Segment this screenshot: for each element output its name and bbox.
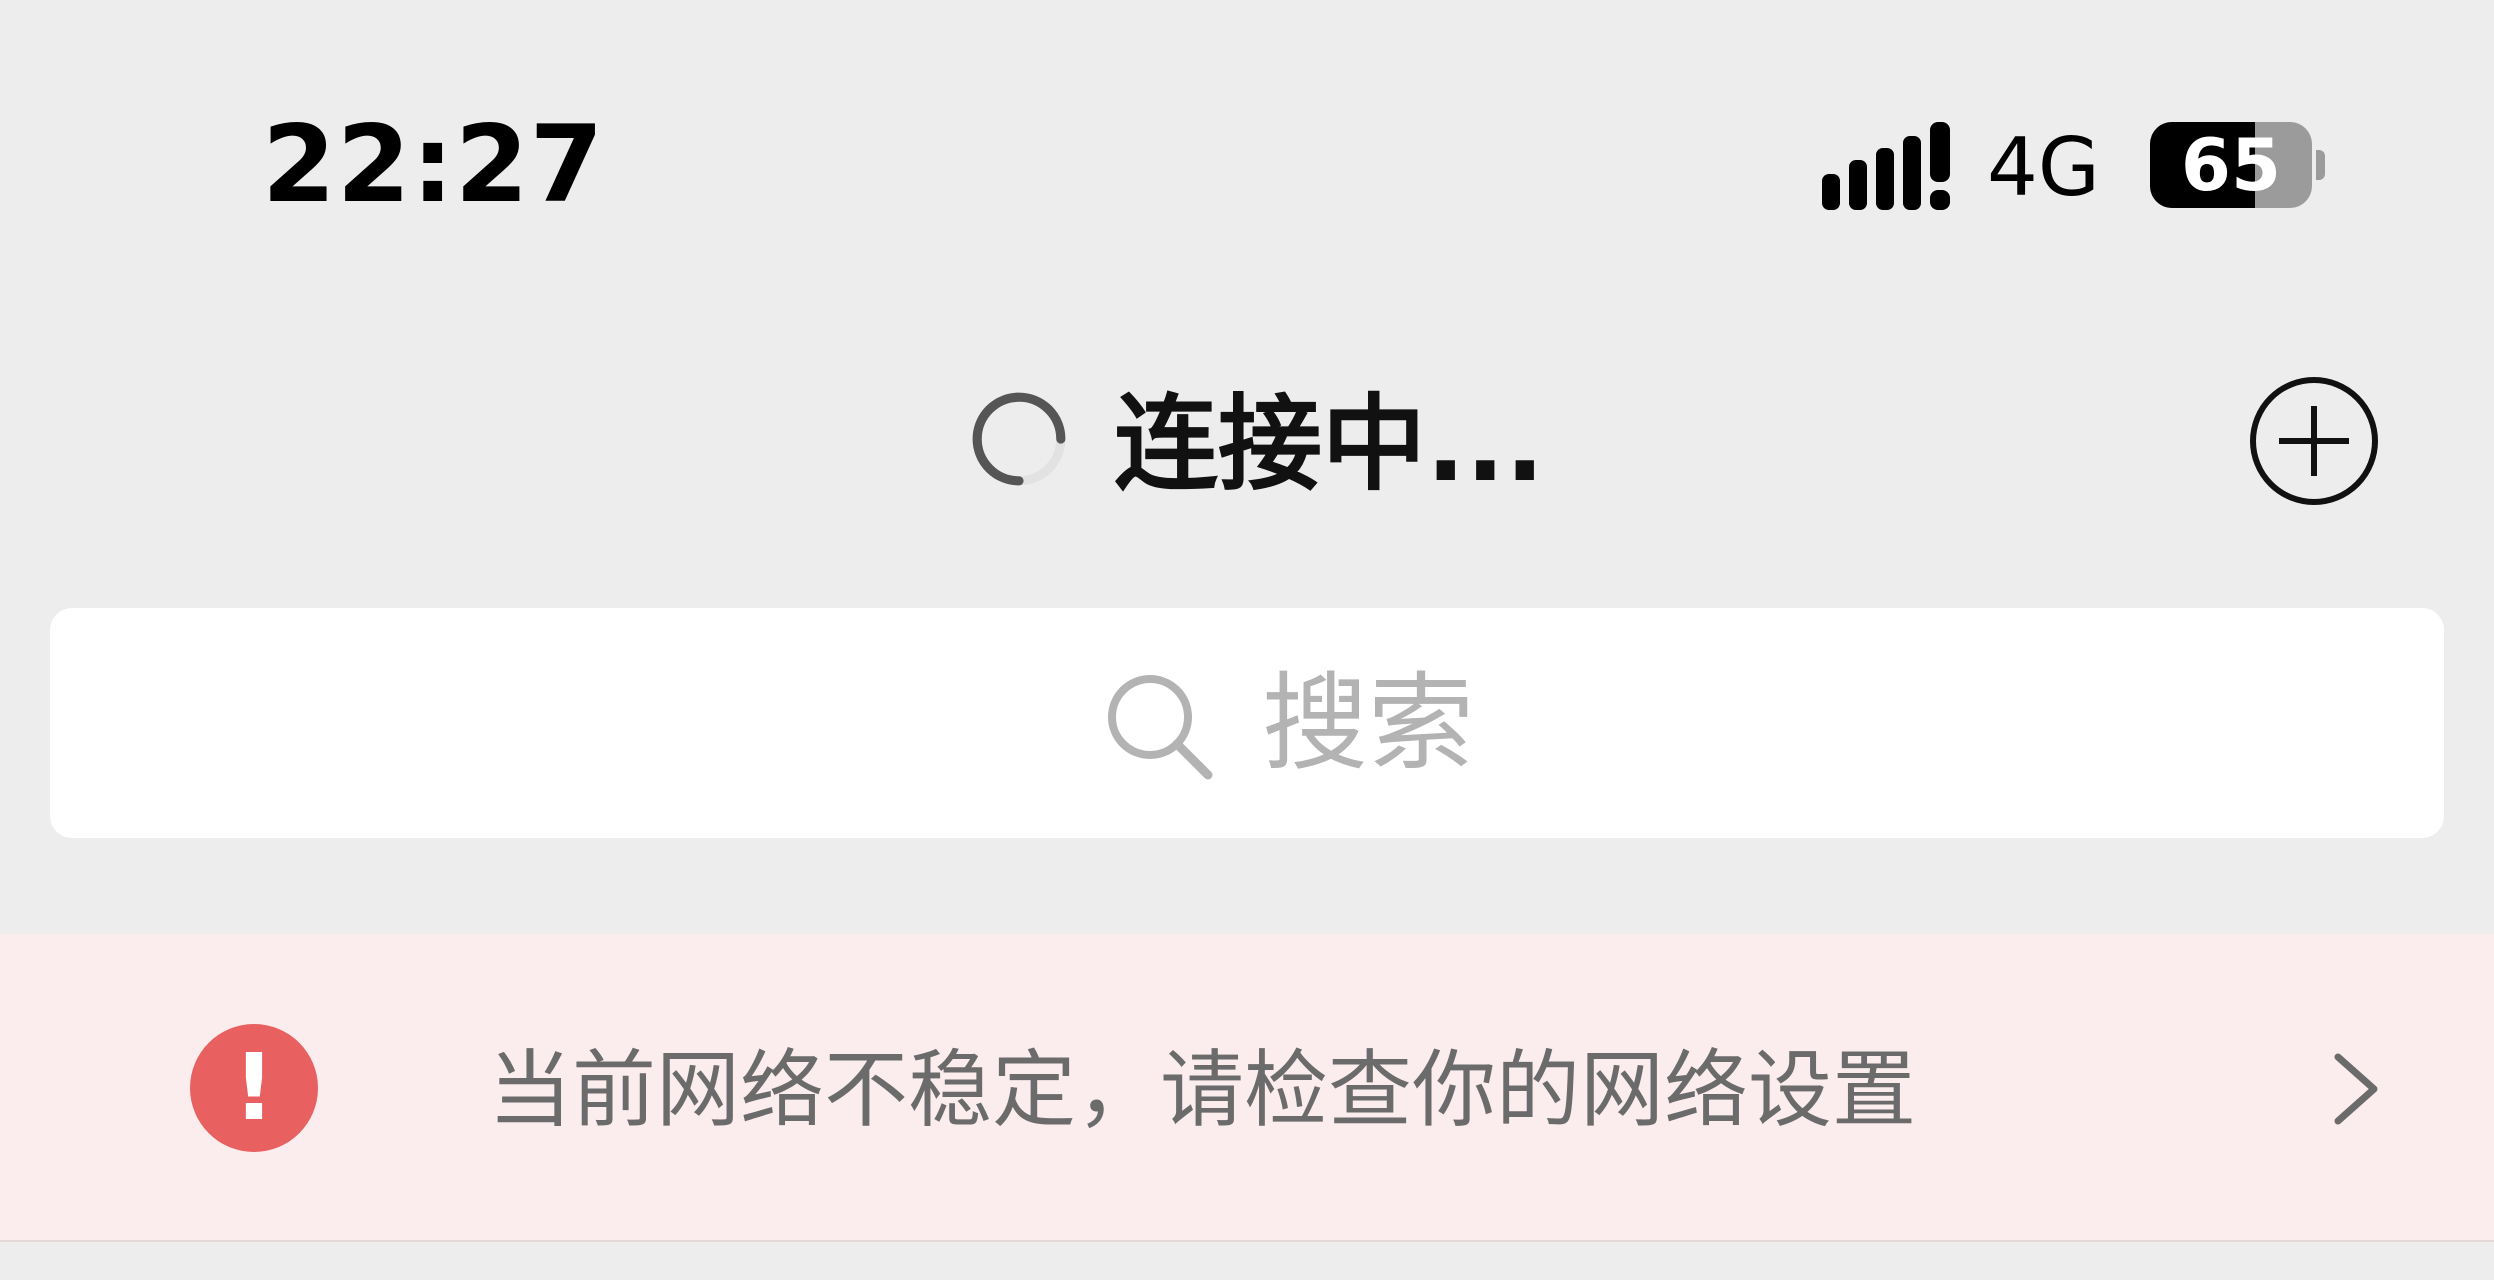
warning-message: 当前网络不稳定，请检查你的网络设置 xyxy=(488,1041,1917,1139)
network-warning-banner[interactable]: ! 当前网络不稳定，请检查你的网络设置 xyxy=(0,934,2494,1242)
search-bar[interactable]: 搜索 xyxy=(50,608,2444,838)
battery-tip xyxy=(2316,150,2325,180)
list-background xyxy=(0,1242,2494,1280)
spinner-icon xyxy=(972,392,1066,486)
search-icon xyxy=(1108,675,1213,780)
add-button[interactable] xyxy=(2250,377,2378,505)
alert-mark: ! xyxy=(233,1034,275,1141)
alert-icon: ! xyxy=(190,1024,318,1152)
nav-bar: 连接中... xyxy=(0,340,2494,550)
battery-level: 65 xyxy=(2180,123,2282,207)
chat-list-screen: 22:27 4G 65 连接中... 搜索 ! 当前网络不稳定，请检查你的网络设… xyxy=(0,0,2494,1280)
search-placeholder: 搜索 xyxy=(1262,662,1474,785)
network-type: 4G xyxy=(1987,121,2100,214)
status-bar: 22:27 4G 65 xyxy=(0,0,2494,240)
nav-title: 连接中... xyxy=(1114,383,1545,505)
status-time: 22:27 xyxy=(262,103,605,226)
chevron-right-icon xyxy=(2334,1053,2378,1125)
battery-icon: 65 xyxy=(2150,122,2312,208)
signal-icon xyxy=(1822,122,1950,210)
